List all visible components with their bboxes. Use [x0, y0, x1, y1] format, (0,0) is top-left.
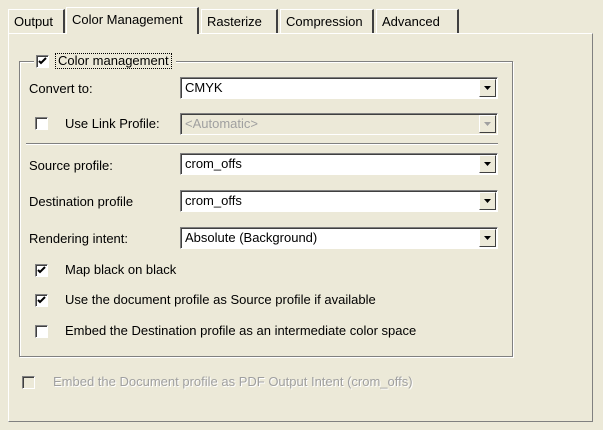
chevron-down-icon[interactable]	[479, 115, 496, 133]
tab-rasterize[interactable]: Rasterize	[201, 9, 278, 33]
chevron-down-icon[interactable]	[479, 79, 496, 97]
tab-label: Compression	[286, 14, 363, 29]
check-icon	[38, 56, 47, 64]
separator	[26, 143, 498, 145]
embed-destination-label[interactable]: Embed the Destination profile as an inte…	[65, 323, 416, 338]
use-document-profile-label[interactable]: Use the document profile as Source profi…	[65, 292, 376, 307]
source-profile-label: Source profile:	[29, 158, 113, 173]
convert-to-value: CMYK	[185, 80, 223, 95]
rendering-intent-label: Rendering intent:	[29, 231, 129, 246]
check-icon	[37, 296, 46, 304]
embed-destination-checkbox[interactable]	[35, 325, 48, 338]
destination-profile-select[interactable]: crom_offs	[180, 190, 498, 212]
convert-to-label: Convert to:	[29, 81, 93, 96]
embed-document-profile-label: Embed the Document profile as PDF Output…	[53, 374, 413, 389]
convert-to-select[interactable]: CMYK	[180, 77, 498, 99]
chevron-down-icon[interactable]	[479, 192, 496, 210]
color-management-label: Color management	[55, 53, 172, 69]
tab-advanced[interactable]: Advanced	[376, 9, 459, 33]
rendering-intent-value: Absolute (Background)	[185, 230, 318, 245]
tab-output[interactable]: Output	[8, 9, 65, 33]
use-link-profile-checkbox[interactable]	[35, 117, 48, 130]
link-profile-select[interactable]: <Automatic>	[180, 113, 498, 135]
tab-label: Color Management	[72, 12, 183, 27]
embed-document-profile-checkbox[interactable]	[22, 376, 35, 389]
source-profile-value: crom_offs	[185, 156, 242, 171]
source-profile-select[interactable]: crom_offs	[180, 153, 498, 175]
use-link-profile-label: Use Link Profile:	[65, 116, 160, 131]
destination-profile-value: crom_offs	[185, 193, 242, 208]
rendering-intent-select[interactable]: Absolute (Background)	[180, 227, 498, 249]
use-document-profile-checkbox[interactable]	[35, 294, 48, 307]
tab-label: Advanced	[382, 14, 440, 29]
color-management-toggle[interactable]: Color management	[34, 52, 176, 70]
map-black-checkbox[interactable]	[35, 264, 48, 277]
chevron-down-icon[interactable]	[479, 155, 496, 173]
tab-color-management[interactable]: Color Management	[66, 7, 199, 34]
check-icon	[37, 266, 46, 274]
use-link-profile-toggle[interactable]	[35, 117, 48, 130]
map-black-label[interactable]: Map black on black	[65, 262, 176, 277]
tab-compression[interactable]: Compression	[280, 9, 374, 33]
chevron-down-icon[interactable]	[479, 229, 496, 247]
color-management-checkbox[interactable]	[36, 54, 49, 68]
tab-label: Rasterize	[207, 14, 262, 29]
destination-profile-label: Destination profile	[29, 194, 134, 209]
tab-label: Output	[14, 14, 54, 29]
link-profile-value: <Automatic>	[185, 116, 258, 131]
